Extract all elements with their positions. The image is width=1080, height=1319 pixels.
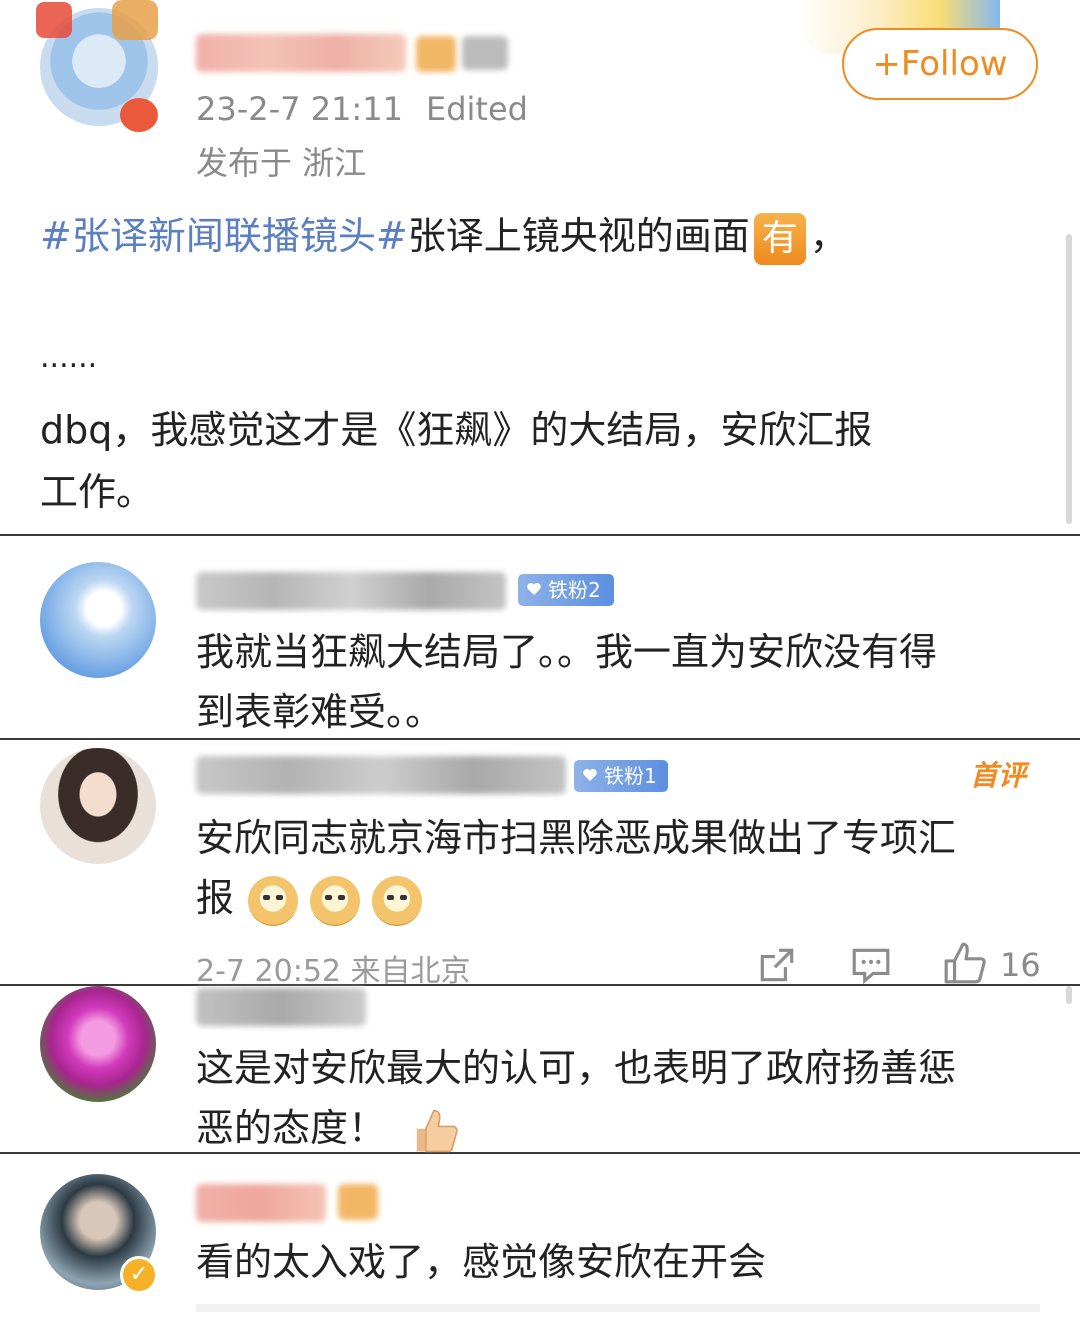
avatar-badge-icon xyxy=(120,98,158,132)
post-body-line2: 工作。 xyxy=(40,470,155,514)
post-ellipsis: ...... xyxy=(40,340,98,375)
hashtag-link[interactable]: #张译新闻联播镜头# xyxy=(40,214,408,258)
commenter-name[interactable] xyxy=(196,1184,326,1222)
fan-badge-label: 铁粉2 xyxy=(548,578,601,602)
doge-emoji-icon xyxy=(372,875,423,926)
comment-text-line2: 到表彰难受。。 xyxy=(196,690,444,734)
trailing-comma: ， xyxy=(809,214,848,258)
edited-label[interactable]: Edited xyxy=(426,90,528,128)
fan-badge: 铁粉1 xyxy=(574,760,668,792)
post-timestamp: 23-2-7 21:11 xyxy=(196,90,403,128)
avatar-decoration-icon xyxy=(36,2,72,38)
scrollbar[interactable] xyxy=(1066,234,1072,524)
comment-text-line2-wrap: 报 xyxy=(196,868,434,928)
post-first-line: #张译新闻联播镜头#张译上镜央视的画面有 ， xyxy=(40,206,848,266)
doge-emoji-icon xyxy=(248,875,299,926)
commenter-name[interactable] xyxy=(196,988,366,1026)
comment-text-line2: 报 xyxy=(196,876,235,920)
comment-icon[interactable] xyxy=(850,944,892,986)
doge-emoji-icon xyxy=(310,875,361,926)
commenter-avatar[interactable] xyxy=(40,562,156,678)
comment-card: 铁粉2 我就当狂飙大结局了。。我一直为安欣没有得 到表彰难受。。 xyxy=(0,536,1080,740)
comment-text-line2-wrap: 恶的态度！ xyxy=(196,1098,460,1158)
follow-button[interactable]: +Follow xyxy=(842,28,1038,100)
scrollbar[interactable] xyxy=(1066,986,1072,1004)
fan-badge: 铁粉2 xyxy=(518,574,614,606)
commenter-level-icon xyxy=(338,1184,378,1220)
post-card: 23-2-7 21:11 Edited 发布于 浙江 +Follow #张译新闻… xyxy=(0,0,1080,536)
thumbs-up-emoji-icon xyxy=(416,1109,458,1152)
comment-text-line2: 恶的态度！ xyxy=(196,1106,387,1150)
commenter-name[interactable] xyxy=(196,572,506,610)
post-location: 发布于 浙江 xyxy=(196,144,367,182)
fan-heart-icon xyxy=(527,583,541,595)
share-icon[interactable] xyxy=(756,944,798,986)
post-headline: 张译上镜央视的画面 xyxy=(407,214,750,258)
comment-text-line1: 看的太入戏了，感觉像安欣在开会 xyxy=(196,1240,767,1284)
first-comment-badge: 首评 xyxy=(970,759,1027,792)
like-count: 16 xyxy=(1000,946,1041,984)
author-extra-icon xyxy=(462,36,508,70)
you-badge-char: 有 xyxy=(761,217,798,259)
you-badge-icon: 有 xyxy=(753,212,806,265)
comment-card: ✓ 看的太入戏了，感觉像安欣在开会 xyxy=(0,1154,1080,1319)
comment-card: 铁粉1 首评 安欣同志就京海市扫黑除恶成果做出了专项汇 报 2-7 20:52 … xyxy=(0,740,1080,989)
verified-icon: ✓ xyxy=(120,1256,158,1294)
commenter-name[interactable] xyxy=(196,756,566,794)
commenter-avatar[interactable] xyxy=(40,986,156,1102)
bottom-divider xyxy=(196,1304,1040,1312)
thumbs-up-icon[interactable] xyxy=(942,940,988,986)
comment-text-line1: 安欣同志就京海市扫黑除恶成果做出了专项汇 xyxy=(196,816,957,860)
follow-label: +Follow xyxy=(872,44,1008,84)
avatar-decoration-icon xyxy=(112,0,158,40)
post-body-line1: dbq，我感觉这才是《狂飙》的大结局，安欣汇报 xyxy=(40,408,873,452)
comment-text-line1: 这是对安欣最大的认可，也表明了政府扬善惩 xyxy=(196,1046,957,1090)
author-name[interactable] xyxy=(196,34,406,72)
fan-heart-icon xyxy=(583,769,597,781)
comment-card: 这是对安欣最大的认可，也表明了政府扬善惩 恶的态度！ xyxy=(0,986,1080,1154)
author-level-icon xyxy=(416,36,456,72)
fan-badge-label: 铁粉1 xyxy=(604,764,657,788)
comment-text-line1: 我就当狂飙大结局了。。我一直为安欣没有得 xyxy=(196,630,938,674)
commenter-avatar[interactable] xyxy=(40,748,156,864)
comment-time-location: 2-7 20:52 来自北京 xyxy=(196,954,471,989)
